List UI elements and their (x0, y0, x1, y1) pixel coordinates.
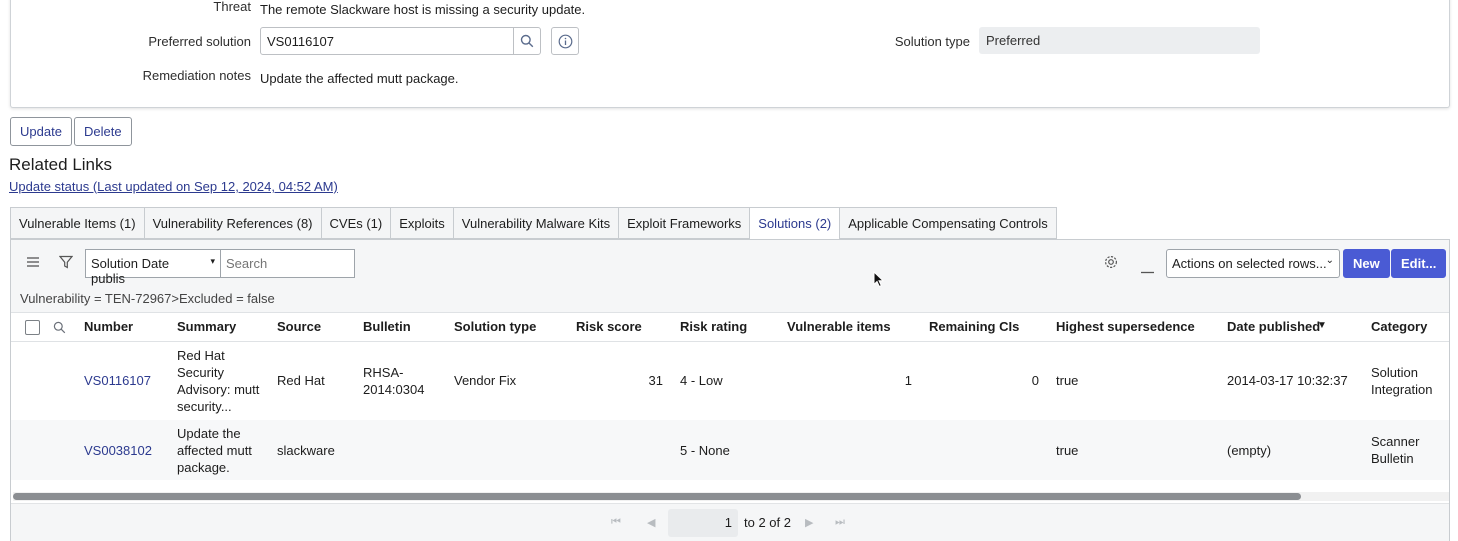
row-category: Scanner Bulletin (1371, 434, 1420, 466)
related-lists-tabs: Vulnerable Items (1) Vulnerability Refer… (10, 207, 1057, 240)
row-vulnerable-items: 1 (904, 373, 912, 388)
column-category[interactable]: Category (1371, 319, 1427, 334)
row-date-published: 2014-03-17 10:32:37 (1227, 373, 1348, 388)
column-search-button[interactable] (53, 321, 66, 337)
row-number-link[interactable]: VS0038102 (84, 442, 152, 459)
tab-vulnerability-malware-kits[interactable]: Vulnerability Malware Kits (452, 207, 620, 239)
filter-icon (58, 255, 74, 269)
preview-record-button[interactable] (551, 27, 579, 55)
info-icon (558, 34, 572, 48)
row-solution-type: Vendor Fix (454, 373, 517, 388)
tab-vulnerability-references[interactable]: Vulnerability References (8) (143, 207, 322, 239)
row-highest-supersedence: true (1056, 443, 1079, 458)
solutions-list-panel: Solution Date publis ▾ Actions on select… (10, 239, 1450, 541)
hamburger-icon (27, 257, 39, 267)
row-number-link[interactable]: VS0116107 (84, 372, 151, 389)
previous-page-icon[interactable]: ◀ (647, 516, 655, 529)
filter-breadcrumb[interactable]: Vulnerability = TEN-72967>Excluded = fal… (20, 291, 275, 306)
row-source: Red Hat (277, 373, 325, 388)
last-page-icon[interactable]: ⏭ (835, 516, 845, 529)
page-number-input[interactable]: 1 (668, 509, 738, 537)
tab-exploit-frameworks[interactable]: Exploit Frameworks (618, 207, 751, 239)
header-top-divider (11, 312, 1449, 313)
mouse-cursor-icon (873, 270, 885, 291)
row-category: Solution Integration (1371, 365, 1433, 397)
remediation-notes-label: Remediation notes (142, 68, 251, 83)
column-summary[interactable]: Summary (177, 319, 236, 334)
row-remaining-cis: 0 (1031, 373, 1039, 388)
horizontal-scrollbar-thumb[interactable] (13, 493, 1301, 500)
tab-vulnerable-items[interactable]: Vulnerable Items (1) (10, 207, 145, 239)
column-risk-rating[interactable]: Risk rating (680, 319, 747, 334)
row-highest-supersedence: true (1056, 373, 1079, 388)
lookup-button[interactable] (513, 27, 541, 55)
collapse-list-button[interactable] (1141, 262, 1154, 277)
search-icon (53, 321, 66, 334)
row-summary: Update the affected mutt package. (177, 426, 252, 475)
search-icon (520, 34, 534, 48)
delete-button[interactable]: Delete (74, 117, 132, 146)
tab-applicable-compensating-controls[interactable]: Applicable Compensating Controls (839, 207, 1057, 239)
column-number[interactable]: Number (84, 319, 133, 334)
column-source[interactable]: Source (277, 319, 321, 334)
remediation-notes-value: Update the affected mutt package. (260, 71, 459, 86)
preferred-solution-input[interactable]: VS0116107 (260, 27, 514, 55)
preferred-solution-label: Preferred solution (148, 34, 251, 49)
actions-select[interactable]: Actions on selected rows... ⌄ (1166, 249, 1340, 278)
column-vulnerable-items[interactable]: Vulnerable items (787, 319, 891, 334)
row-risk-rating: 4 - Low (680, 373, 723, 388)
column-remaining-cis[interactable]: Remaining CIs (929, 319, 1019, 334)
solution-form-panel: Threat The remote Slackware host is miss… (10, 0, 1450, 108)
row-summary: Red Hat Security Advisory: mutt security… (177, 348, 260, 414)
next-page-icon[interactable]: ▶ (805, 516, 813, 529)
filter-button[interactable] (58, 255, 74, 272)
personalize-list-button[interactable] (1104, 255, 1118, 272)
column-bulletin[interactable]: Bulletin (363, 319, 411, 334)
sort-descending-icon: ▼ (1317, 320, 1327, 331)
actions-select-value: Actions on selected rows... (1172, 256, 1327, 271)
caret-down-icon: ▾ (210, 256, 215, 266)
threat-value: The remote Slackware host is missing a s… (260, 2, 586, 17)
update-button[interactable]: Update (10, 117, 72, 146)
table-row: VS0038102 Update the affected mutt packa… (11, 420, 1449, 480)
new-button[interactable]: New (1343, 249, 1390, 278)
chevron-down-icon: ⌄ (1325, 255, 1334, 266)
column-solution-type[interactable]: Solution type (454, 319, 536, 334)
row-bulletin: RHSA- 2014:0304 (363, 365, 425, 397)
tab-cves[interactable]: CVEs (1) (320, 207, 392, 239)
page-range-text: to 2 of 2 (744, 515, 791, 530)
select-all-checkbox[interactable] (25, 320, 40, 335)
search-input[interactable] (220, 249, 355, 278)
edit-button[interactable]: Edit... (1391, 249, 1447, 278)
column-risk-score[interactable]: Risk score (576, 319, 642, 334)
list-menu-button[interactable] (26, 256, 40, 271)
first-page-icon[interactable]: ⏮ (611, 516, 621, 529)
row-risk-rating: 5 - None (680, 443, 730, 458)
gear-icon (1104, 255, 1118, 269)
minus-icon (1141, 271, 1154, 274)
solution-type-field: Preferred (979, 27, 1260, 54)
table-row: VS0116107 Red Hat Security Advisory: mut… (11, 342, 1449, 420)
column-highest-supersedence[interactable]: Highest supersedence (1056, 319, 1195, 334)
row-date-published: (empty) (1227, 443, 1272, 458)
related-links-heading: Related Links (9, 155, 113, 174)
pagination-bar: ⏮ ◀ 1 to 2 of 2 ▶ ⏭ (11, 503, 1449, 541)
column-date-published[interactable]: Date published (1227, 319, 1320, 334)
search-field-select[interactable]: Solution Date publis ▾ (85, 249, 221, 286)
row-source: slackware (277, 443, 335, 458)
tab-solutions[interactable]: Solutions (2) (749, 207, 841, 240)
tab-exploits[interactable]: Exploits (390, 207, 454, 239)
threat-label: Threat (213, 0, 251, 14)
solution-type-label: Solution type (894, 34, 970, 49)
row-risk-score: 31 (648, 373, 663, 388)
update-status-link[interactable]: Update status (Last updated on Sep 12, 2… (9, 179, 338, 194)
